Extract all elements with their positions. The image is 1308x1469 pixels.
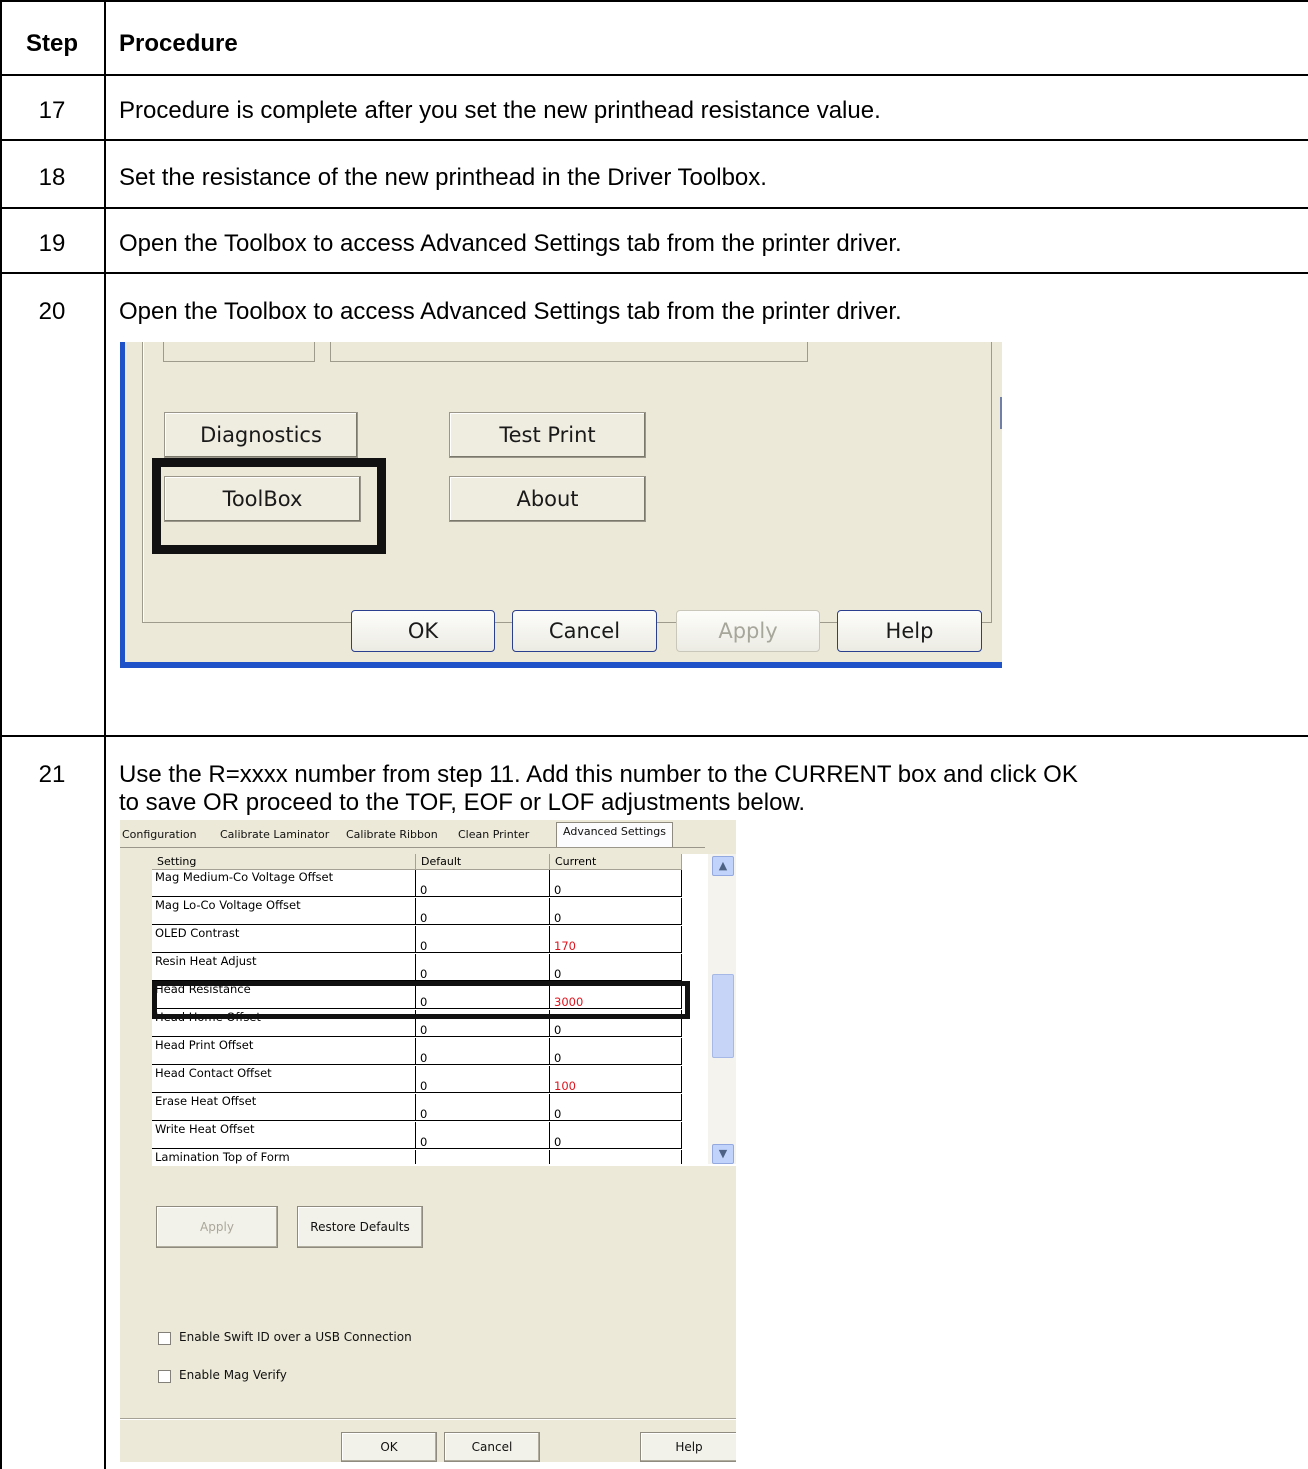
diagnostics-button[interactable]: Diagnostics <box>164 412 358 458</box>
window-border <box>120 342 125 668</box>
procedure-text-line1: Use the R=xxxx number from step 11. Add … <box>119 761 1078 788</box>
restore-defaults-button[interactable]: Restore Defaults <box>297 1206 423 1248</box>
current-value[interactable]: 0 <box>554 883 561 897</box>
help-button[interactable]: Help <box>640 1432 736 1462</box>
apply-button[interactable]: Apply <box>156 1206 278 1248</box>
field-box <box>330 342 808 362</box>
window-border <box>120 662 1002 668</box>
column-header-step: Step <box>25 30 78 57</box>
column-header-procedure: Procedure <box>119 30 238 57</box>
default-value: 0 <box>420 1135 428 1149</box>
highlight-box <box>152 981 690 1019</box>
table-row[interactable]: Erase Heat Offset 0 0 <box>152 1094 682 1122</box>
vertical-scrollbar[interactable]: ▲ ▼ <box>708 854 736 1164</box>
test-print-button[interactable]: Test Print <box>449 412 646 458</box>
default-value: 0 <box>420 939 428 953</box>
highlight-box <box>152 458 386 554</box>
enable-mag-verify-checkbox[interactable] <box>158 1370 171 1383</box>
table-row-divider <box>0 139 1308 141</box>
setting-name: Head Contact Offset <box>155 1066 272 1080</box>
tab-baseline <box>120 847 705 848</box>
tab-strip: Configuration Calibrate Laminator Calibr… <box>120 820 736 848</box>
table-top-border <box>0 0 1308 2</box>
setting-name: Lamination Top of Form <box>155 1150 290 1164</box>
table-row[interactable]: Mag Medium-Co Voltage Offset 0 0 <box>152 870 682 898</box>
table-row-divider <box>0 272 1308 274</box>
table-column-divider <box>104 0 106 1469</box>
footer-separator <box>120 1419 736 1420</box>
current-value[interactable]: 0 <box>554 1023 561 1037</box>
current-value[interactable]: 0 <box>554 967 561 981</box>
column-header-current[interactable]: Current <box>550 854 682 870</box>
ok-button[interactable]: OK <box>341 1432 437 1462</box>
tab-calibrate-ribbon[interactable]: Calibrate Ribbon <box>346 828 438 841</box>
setting-name: Erase Heat Offset <box>155 1094 257 1108</box>
table-row-divider <box>0 74 1308 76</box>
table-row[interactable]: Head Contact Offset 0 100 <box>152 1066 682 1094</box>
table-left-border <box>0 0 2 1469</box>
setting-name: Head Print Offset <box>155 1038 254 1052</box>
default-value: 0 <box>420 967 428 981</box>
procedure-text: Set the resistance of the new printhead … <box>119 164 767 191</box>
cancel-button[interactable]: Cancel <box>512 610 657 652</box>
column-header-setting[interactable]: Setting <box>152 854 416 870</box>
checkbox-label: Enable Mag Verify <box>179 1368 287 1382</box>
procedure-text-line2: to save OR proceed to the TOF, EOF or LO… <box>119 789 806 816</box>
about-button[interactable]: About <box>449 476 646 522</box>
scroll-thumb[interactable] <box>712 974 734 1058</box>
table-row-divider <box>0 735 1308 737</box>
tab-configuration[interactable]: Configuration <box>122 828 197 841</box>
tab-calibrate-laminator[interactable]: Calibrate Laminator <box>220 828 329 841</box>
scroll-down-icon[interactable]: ▼ <box>712 1144 734 1164</box>
current-value[interactable]: 0 <box>554 1051 561 1065</box>
tab-clean-printer[interactable]: Clean Printer <box>458 828 529 841</box>
default-value: 0 <box>420 1079 428 1093</box>
table-row[interactable]: Resin Heat Adjust 0 0 <box>152 954 682 982</box>
tab-advanced-settings[interactable]: Advanced Settings <box>556 822 673 847</box>
table-row-divider <box>0 207 1308 209</box>
default-value: 0 <box>420 1107 428 1121</box>
step-number: 19 <box>38 230 66 257</box>
table-row[interactable]: Write Heat Offset 0 0 <box>152 1122 682 1150</box>
step-number: 20 <box>38 298 66 325</box>
checkbox-label: Enable Swift ID over a USB Connection <box>179 1330 412 1344</box>
apply-button[interactable]: Apply <box>676 610 820 652</box>
procedure-text: Open the Toolbox to access Advanced Sett… <box>119 230 902 257</box>
default-value: 0 <box>420 1023 428 1037</box>
step-number: 17 <box>38 97 66 124</box>
driver-properties-screenshot: Diagnostics Test Print ToolBox About OK … <box>120 342 1002 668</box>
setting-name: OLED Contrast <box>155 926 240 940</box>
field-box <box>163 342 315 362</box>
cancel-button[interactable]: Cancel <box>444 1432 540 1462</box>
setting-name: Mag Lo-Co Voltage Offset <box>155 898 301 912</box>
procedure-text: Open the Toolbox to access Advanced Sett… <box>119 298 902 325</box>
current-value[interactable]: 0 <box>554 911 561 925</box>
step-number: 18 <box>38 164 66 191</box>
setting-name: Resin Heat Adjust <box>155 954 257 968</box>
ok-button[interactable]: OK <box>351 610 495 652</box>
window-edge-mark <box>1000 397 1002 429</box>
help-button[interactable]: Help <box>837 610 982 652</box>
default-value: 0 <box>420 883 428 897</box>
table-row[interactable]: Mag Lo-Co Voltage Offset 0 0 <box>152 898 682 926</box>
table-row[interactable]: OLED Contrast 0 170 <box>152 926 682 954</box>
setting-name: Mag Medium-Co Voltage Offset <box>155 870 334 884</box>
advanced-settings-screenshot: Configuration Calibrate Laminator Calibr… <box>120 820 736 1462</box>
step-number: 21 <box>38 761 66 788</box>
current-value[interactable]: 100 <box>554 1079 576 1093</box>
enable-swift-id-checkbox[interactable] <box>158 1332 171 1345</box>
table-row[interactable]: Lamination Top of Form <box>152 1150 682 1164</box>
current-value[interactable]: 170 <box>554 939 576 953</box>
procedure-text: Procedure is complete after you set the … <box>119 97 881 124</box>
scroll-up-icon[interactable]: ▲ <box>712 856 734 876</box>
default-value: 0 <box>420 911 428 925</box>
current-value[interactable]: 0 <box>554 1135 561 1149</box>
setting-name: Write Heat Offset <box>155 1122 255 1136</box>
column-header-default[interactable]: Default <box>416 854 550 870</box>
current-value[interactable]: 0 <box>554 1107 561 1121</box>
default-value: 0 <box>420 1051 428 1065</box>
table-row[interactable]: Head Print Offset 0 0 <box>152 1038 682 1066</box>
